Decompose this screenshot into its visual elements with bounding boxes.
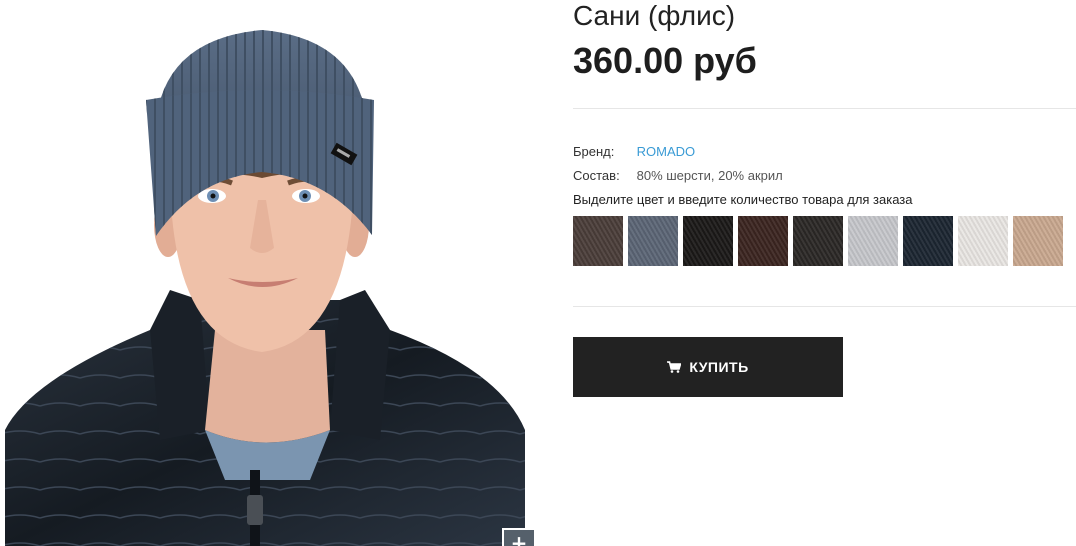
color-selection-hint: Выделите цвет и введите количество товар… — [573, 192, 913, 207]
product-price: 360.00 руб — [573, 40, 757, 81]
product-image-area: + — [0, 0, 545, 546]
divider — [573, 306, 1076, 307]
color-swatch[interactable] — [683, 216, 733, 266]
cart-icon — [667, 361, 682, 373]
brand-label: Бренд: — [573, 144, 615, 159]
buy-button[interactable]: КУПИТЬ — [573, 337, 843, 397]
product-title: Сани (флис) — [573, 0, 736, 31]
plus-icon: + — [510, 531, 528, 546]
buy-button-label: КУПИТЬ — [689, 359, 749, 375]
divider — [573, 108, 1076, 109]
color-swatch[interactable] — [903, 216, 953, 266]
color-swatch[interactable] — [573, 216, 623, 266]
product-photo[interactable] — [0, 0, 545, 546]
composition-row: Состав: 80% шерсти, 20% акрил — [573, 168, 783, 183]
model-wearing-hat-image — [5, 30, 525, 546]
color-swatch[interactable] — [628, 216, 678, 266]
color-swatch[interactable] — [958, 216, 1008, 266]
color-swatch[interactable] — [793, 216, 843, 266]
composition-value: 80% шерсти, 20% акрил — [636, 168, 783, 183]
zoom-button[interactable]: + — [502, 528, 536, 546]
brand-link[interactable]: ROMADO — [637, 144, 696, 159]
color-swatch[interactable] — [738, 216, 788, 266]
color-swatch[interactable] — [848, 216, 898, 266]
color-swatches — [573, 216, 1068, 266]
composition-label: Состав: — [573, 168, 620, 183]
color-swatch[interactable] — [1013, 216, 1063, 266]
brand-row: Бренд: ROMADO — [573, 144, 695, 159]
